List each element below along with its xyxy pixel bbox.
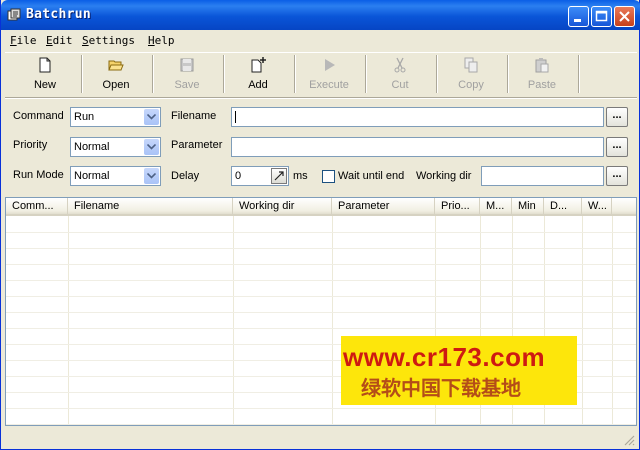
open-button[interactable]: Open	[82, 53, 150, 95]
column-mode[interactable]: M...	[480, 198, 512, 214]
open-folder-icon	[108, 60, 124, 71]
runmode-select[interactable]: Normal	[70, 166, 161, 186]
status-bar	[5, 428, 637, 448]
open-label: Open	[102, 79, 130, 91]
text-caret	[235, 111, 236, 123]
add-document-icon	[251, 57, 266, 73]
wait-until-end-checkbox[interactable]	[322, 170, 335, 183]
column-parameter[interactable]: Parameter	[332, 198, 435, 214]
grid-line	[6, 408, 636, 409]
filename-label: Filename	[171, 110, 217, 122]
delay-value: 0	[235, 170, 242, 182]
app-icon	[7, 8, 21, 21]
column-command[interactable]: Comm...	[6, 198, 68, 214]
command-select[interactable]: Run	[70, 107, 161, 127]
command-value: Run	[74, 111, 95, 123]
priority-select[interactable]: Normal	[70, 137, 161, 157]
save-disk-icon	[180, 58, 194, 72]
grid-line	[6, 232, 636, 233]
close-icon	[619, 11, 630, 22]
play-icon	[325, 59, 335, 71]
add-label: Add	[248, 79, 268, 91]
toolbar: New Open Save Add Execute Cut Copy Paste	[5, 52, 637, 98]
title-bar[interactable]: Batchrun	[1, 0, 640, 30]
chevron-down-icon[interactable]	[144, 139, 159, 155]
copy-label: Copy	[458, 79, 484, 91]
paste-button[interactable]: Paste	[508, 53, 576, 95]
menu-settings[interactable]: Settings	[82, 34, 135, 47]
window-title: Batchrun	[26, 7, 92, 22]
command-label: Command	[13, 110, 64, 122]
priority-label: Priority	[13, 139, 48, 151]
grid-line	[6, 424, 636, 425]
delay-spinner[interactable]: 0	[231, 166, 289, 186]
filename-input[interactable]	[231, 107, 604, 127]
minimize-icon	[574, 19, 581, 22]
close-button[interactable]	[614, 6, 635, 27]
minimize-button[interactable]	[568, 6, 589, 27]
cut-button[interactable]: Cut	[366, 53, 434, 95]
menu-help[interactable]: Help	[148, 34, 175, 47]
spin-arrows-icon[interactable]	[271, 168, 287, 184]
runmode-value: Normal	[74, 170, 110, 182]
execute-label: Execute	[309, 79, 349, 91]
filename-browse-button[interactable]: ...	[606, 107, 628, 127]
chevron-down-icon[interactable]	[144, 109, 159, 125]
grid-line	[6, 312, 636, 313]
execute-button[interactable]: Execute	[295, 53, 363, 95]
column-working-dir[interactable]: Working dir	[233, 198, 332, 214]
column-min[interactable]: Min	[512, 198, 544, 214]
resize-grip-icon[interactable]	[623, 434, 635, 446]
maximize-icon	[595, 10, 608, 22]
cut-label: Cut	[391, 79, 409, 91]
maximize-button[interactable]	[591, 6, 612, 27]
column-filename[interactable]: Filename	[68, 198, 233, 214]
grid-line	[6, 296, 636, 297]
column-wait[interactable]: W...	[582, 198, 612, 214]
new-button[interactable]: New	[11, 53, 79, 95]
workdir-browse-button[interactable]: ...	[606, 166, 628, 186]
save-button[interactable]: Save	[153, 53, 221, 95]
runmode-label: Run Mode	[13, 169, 64, 181]
parameter-browse-button[interactable]: ...	[606, 137, 628, 157]
watermark-text: 绿软中国下载基地	[361, 376, 521, 400]
save-label: Save	[174, 79, 200, 91]
watermark-banner: www.cr173.com 绿软中国下载基地	[341, 336, 577, 405]
main-window: Batchrun File Edit Settings Help New Ope…	[0, 0, 640, 450]
workdir-input[interactable]	[481, 166, 604, 186]
menu-file[interactable]: File	[10, 34, 37, 47]
add-button[interactable]: Add	[224, 53, 292, 95]
grid-line	[6, 264, 636, 265]
toolbar-separator	[578, 55, 580, 93]
parameter-label: Parameter	[171, 139, 223, 151]
list-header: Comm... Filename Working dir Parameter P…	[6, 198, 636, 216]
delay-unit: ms	[293, 170, 308, 182]
column-priority[interactable]: Prio...	[435, 198, 480, 214]
column-delay[interactable]: D...	[544, 198, 582, 214]
scissors-icon	[394, 57, 406, 73]
grid-line	[6, 248, 636, 249]
chevron-down-icon[interactable]	[144, 168, 159, 184]
paste-icon	[535, 58, 549, 73]
wait-until-end-label[interactable]: Wait until end	[338, 170, 404, 182]
grid-line	[6, 280, 636, 281]
copy-icon	[464, 57, 478, 73]
divider	[5, 97, 637, 99]
parameter-input[interactable]	[231, 137, 604, 157]
menu-edit[interactable]: Edit	[46, 34, 73, 47]
delay-label: Delay	[171, 170, 200, 182]
new-label: New	[33, 79, 56, 91]
workdir-label: Working dir	[416, 170, 472, 182]
new-document-icon	[39, 57, 51, 73]
copy-button[interactable]: Copy	[437, 53, 505, 95]
paste-label: Paste	[527, 79, 557, 91]
grid-line	[6, 328, 636, 329]
priority-value: Normal	[74, 141, 110, 153]
watermark-url: www.cr173.com	[343, 342, 546, 372]
